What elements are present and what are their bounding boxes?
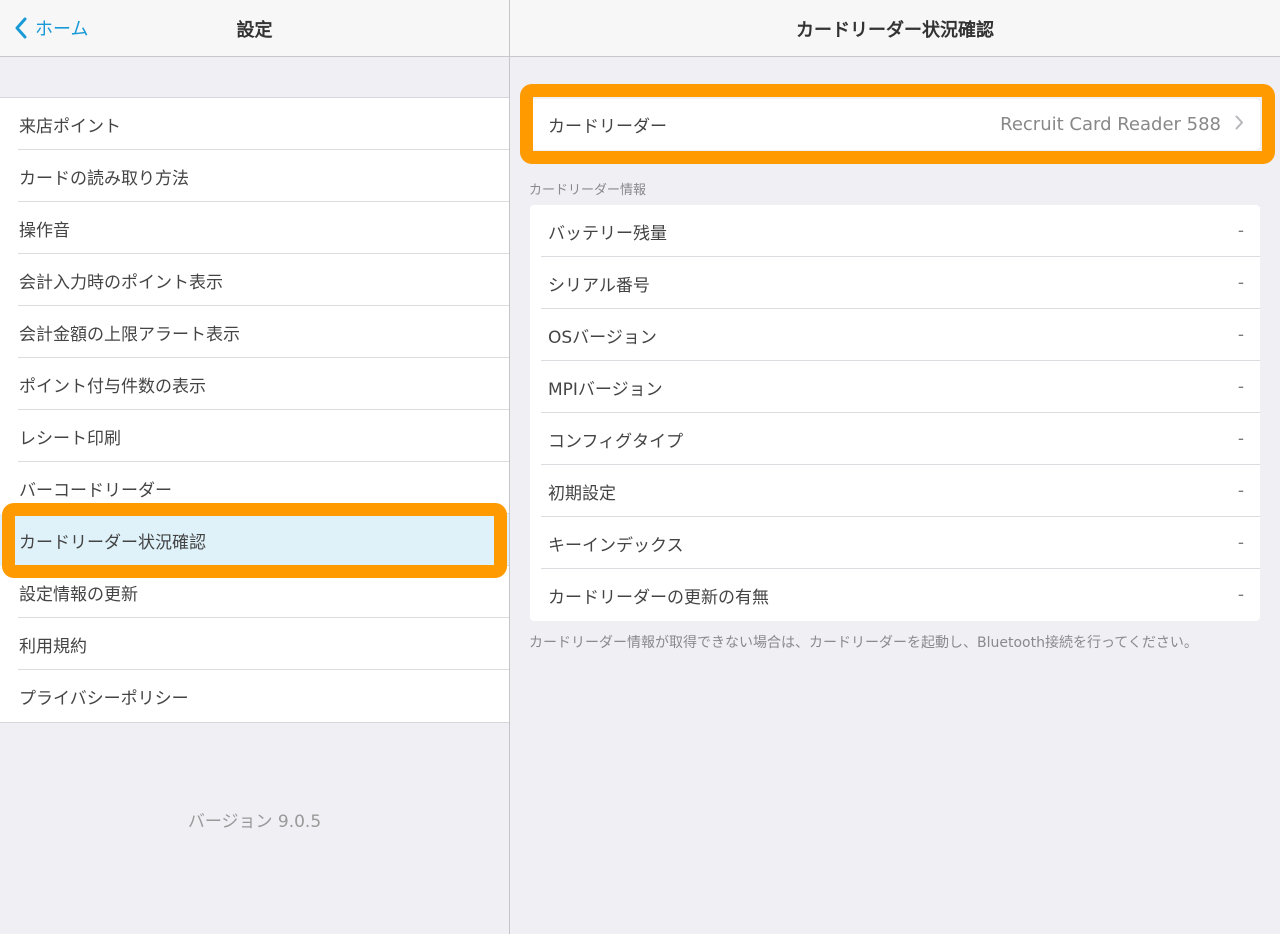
info-label: キーインデックス [548,535,684,556]
info-row-os-version: OSバージョン - [530,309,1260,361]
settings-item-label: レシート印刷 [19,428,121,449]
settings-item-label: カードリーダー状況確認 [19,532,206,553]
info-value: - [1237,377,1244,397]
settings-item-card-read-method[interactable]: カードの読み取り方法 [0,150,509,202]
settings-list: 来店ポイント カードの読み取り方法 操作音 会計入力時のポイント表示 会計金額の… [0,97,509,723]
settings-item-sound[interactable]: 操作音 [0,202,509,254]
card-reader-value: Recruit Card Reader 588 [1000,114,1221,135]
info-value: - [1237,273,1244,293]
settings-item-label: 設定情報の更新 [19,584,138,605]
info-label: OSバージョン [548,327,657,348]
section-header: カードリーダー情報 [529,183,647,198]
reader-info-list: バッテリー残量 - シリアル番号 - OSバージョン - MPIバージョン - コンフィ… [530,205,1260,621]
settings-item-label: 会計金額の上限アラート表示 [19,324,240,345]
app-version: バージョン 9.0.5 [187,812,322,832]
chevron-right-icon [1235,114,1244,135]
info-label: コンフィグタイプ [548,431,684,452]
info-value: - [1237,585,1244,605]
settings-item-label: 来店ポイント [19,116,121,137]
settings-item-terms[interactable]: 利用規約 [0,618,509,670]
card-reader-value-group: Recruit Card Reader 588 [1000,114,1244,135]
info-value: - [1237,481,1244,501]
settings-item-point-display[interactable]: 会計入力時のポイント表示 [0,254,509,306]
settings-item-label: ポイント付与件数の表示 [19,376,206,397]
detail-title: カードリーダー状況確認 [796,20,994,41]
settings-item-label: カードの読み取り方法 [19,168,189,189]
settings-item-label: プライバシーポリシー [19,688,189,709]
info-label: シリアル番号 [548,275,650,296]
settings-item-barcode-reader[interactable]: バーコードリーダー [0,462,509,514]
footer-note: カードリーダー情報が取得できない場合は、カードリーダーを起動し、Bluetoot… [529,635,1198,651]
info-row-serial: シリアル番号 - [530,257,1260,309]
page-title: 設定 [236,20,273,41]
info-row-key-index: キーインデックス - [530,517,1260,569]
settings-item-update-settings[interactable]: 設定情報の更新 [0,566,509,618]
settings-item-label: バーコードリーダー [19,480,172,501]
settings-item-label: 操作音 [19,220,70,241]
info-value: - [1237,221,1244,241]
info-row-update-available: カードリーダーの更新の有無 - [530,569,1260,621]
info-label: 初期設定 [548,483,616,504]
settings-item-visit-points[interactable]: 来店ポイント [0,98,509,150]
info-value: - [1237,533,1244,553]
detail-pane: カードリーダー状況確認 カードリーダー Recruit Card Reader … [510,0,1280,934]
settings-item-card-reader-status[interactable]: カードリーダー状況確認 [0,514,509,566]
card-reader-group: カードリーダー Recruit Card Reader 588 [530,99,1260,150]
info-label: カードリーダーの更新の有無 [548,587,769,608]
left-navbar: ホーム 設定 [0,0,509,57]
settings-pane: ホーム 設定 来店ポイント カードの読み取り方法 操作音 会計入力時のポイント表… [0,0,509,934]
info-row-battery: バッテリー残量 - [530,205,1260,257]
info-value: - [1237,325,1244,345]
card-reader-label: カードリーダー [548,117,667,137]
settings-item-receipt-print[interactable]: レシート印刷 [0,410,509,462]
info-row-mpi-version: MPIバージョン - [530,361,1260,413]
info-label: バッテリー残量 [548,223,667,244]
info-label: MPIバージョン [548,379,663,400]
right-navbar: カードリーダー状況確認 [510,0,1280,57]
settings-item-privacy-policy[interactable]: プライバシーポリシー [0,670,509,722]
settings-item-label: 会計入力時のポイント表示 [19,272,223,293]
card-reader-row[interactable]: カードリーダー Recruit Card Reader 588 [530,99,1260,150]
info-row-initial-setting: 初期設定 - [530,465,1260,517]
settings-item-point-count[interactable]: ポイント付与件数の表示 [0,358,509,410]
info-row-config-type: コンフィグタイプ - [530,413,1260,465]
settings-item-label: 利用規約 [19,636,87,657]
settings-item-limit-alert[interactable]: 会計金額の上限アラート表示 [0,306,509,358]
info-value: - [1237,429,1244,449]
